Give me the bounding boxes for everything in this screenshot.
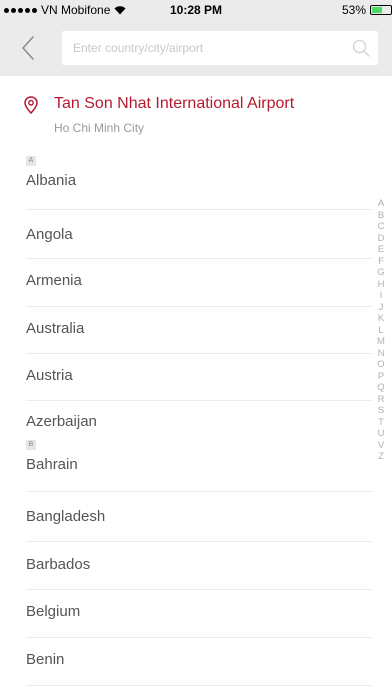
- status-time: 10:28 PM: [169, 3, 223, 17]
- index-letter-u[interactable]: U: [376, 428, 386, 440]
- country-label: Belgium: [26, 603, 81, 620]
- status-bar: VN Mobifone 10:28 PM 53%: [0, 0, 392, 20]
- country-item-austria[interactable]: Austria: [26, 367, 372, 409]
- index-letter-i[interactable]: I: [376, 290, 386, 302]
- country-label: Armenia: [26, 272, 82, 289]
- country-item-benin[interactable]: Benin: [26, 651, 372, 693]
- index-letter-b[interactable]: B: [376, 210, 386, 222]
- index-letter-e[interactable]: E: [376, 244, 386, 256]
- search-input[interactable]: [62, 31, 342, 65]
- current-location[interactable]: Tan Son Nhat International Airport Ho Ch…: [0, 76, 392, 146]
- search-box: [62, 31, 378, 65]
- country-label: Benin: [26, 651, 65, 668]
- country-item-azerbaijan[interactable]: Azerbaijan: [26, 413, 372, 455]
- country-label: Barbados: [26, 556, 91, 573]
- index-letter-v[interactable]: V: [376, 440, 386, 452]
- index-letter-z[interactable]: Z: [376, 451, 386, 463]
- country-item-barbados[interactable]: Barbados: [26, 556, 372, 598]
- index-letter-j[interactable]: J: [376, 302, 386, 314]
- index-letter-s[interactable]: S: [376, 405, 386, 417]
- airport-name: Tan Son Nhat International Airport: [54, 95, 295, 112]
- battery-fill: [372, 7, 382, 13]
- chevron-left-icon: [22, 36, 34, 60]
- battery-percent: 53%: [341, 3, 366, 17]
- country-label: Bahrain: [26, 456, 78, 473]
- index-letter-n[interactable]: N: [376, 348, 386, 360]
- airport-city: Ho Chi Minh City: [54, 121, 145, 135]
- index-letter-k[interactable]: K: [376, 313, 386, 325]
- index-letter-o[interactable]: O: [376, 359, 386, 371]
- divider: [26, 258, 372, 259]
- index-letter-d[interactable]: D: [376, 233, 386, 245]
- divider: [26, 353, 372, 354]
- country-item-angola[interactable]: Angola: [26, 226, 372, 268]
- index-letter-c[interactable]: C: [376, 221, 386, 233]
- index-letter-t[interactable]: T: [376, 417, 386, 429]
- index-letter-r[interactable]: R: [376, 394, 386, 406]
- divider: [26, 589, 372, 590]
- status-right: 53%: [342, 3, 392, 17]
- index-letter-m[interactable]: M: [376, 336, 386, 348]
- country-item-albania[interactable]: Albania: [26, 172, 372, 214]
- divider: [26, 541, 372, 542]
- index-letter-h[interactable]: H: [376, 279, 386, 291]
- country-item-australia[interactable]: Australia: [26, 320, 372, 362]
- country-label: Angola: [26, 226, 73, 243]
- back-button[interactable]: [18, 34, 40, 62]
- index-letter-p[interactable]: P: [376, 371, 386, 383]
- battery-icon: [370, 5, 392, 15]
- divider: [26, 637, 372, 638]
- index-letter-q[interactable]: Q: [376, 382, 386, 394]
- divider: [26, 400, 372, 401]
- country-item-belgium[interactable]: Belgium: [26, 603, 372, 645]
- divider: [26, 685, 372, 686]
- section-header-a: A: [26, 156, 36, 166]
- index-letter-g[interactable]: G: [376, 267, 386, 279]
- index-letter-l[interactable]: L: [376, 325, 386, 337]
- country-label: Austria: [26, 367, 73, 384]
- divider: [26, 306, 372, 307]
- country-label: Albania: [26, 172, 77, 189]
- search-header: [0, 20, 392, 76]
- section-header-b: B: [26, 440, 36, 450]
- country-label: Australia: [26, 320, 85, 337]
- index-letter-a[interactable]: A: [376, 198, 386, 210]
- location-pin-icon: [24, 96, 38, 114]
- search-icon[interactable]: [352, 39, 370, 57]
- divider: [26, 491, 372, 492]
- alphabet-index[interactable]: ABCDEFGHIJKLMNOPQRSTUVZ: [376, 198, 386, 463]
- country-item-armenia[interactable]: Armenia: [26, 272, 372, 314]
- country-item-bangladesh[interactable]: Bangladesh: [26, 508, 372, 550]
- index-letter-f[interactable]: F: [376, 256, 386, 268]
- country-label: Bangladesh: [26, 508, 106, 525]
- country-list[interactable]: A Albania Angola Armenia Australia Austr…: [0, 146, 392, 696]
- country-label: Azerbaijan: [26, 413, 97, 430]
- divider: [26, 209, 372, 210]
